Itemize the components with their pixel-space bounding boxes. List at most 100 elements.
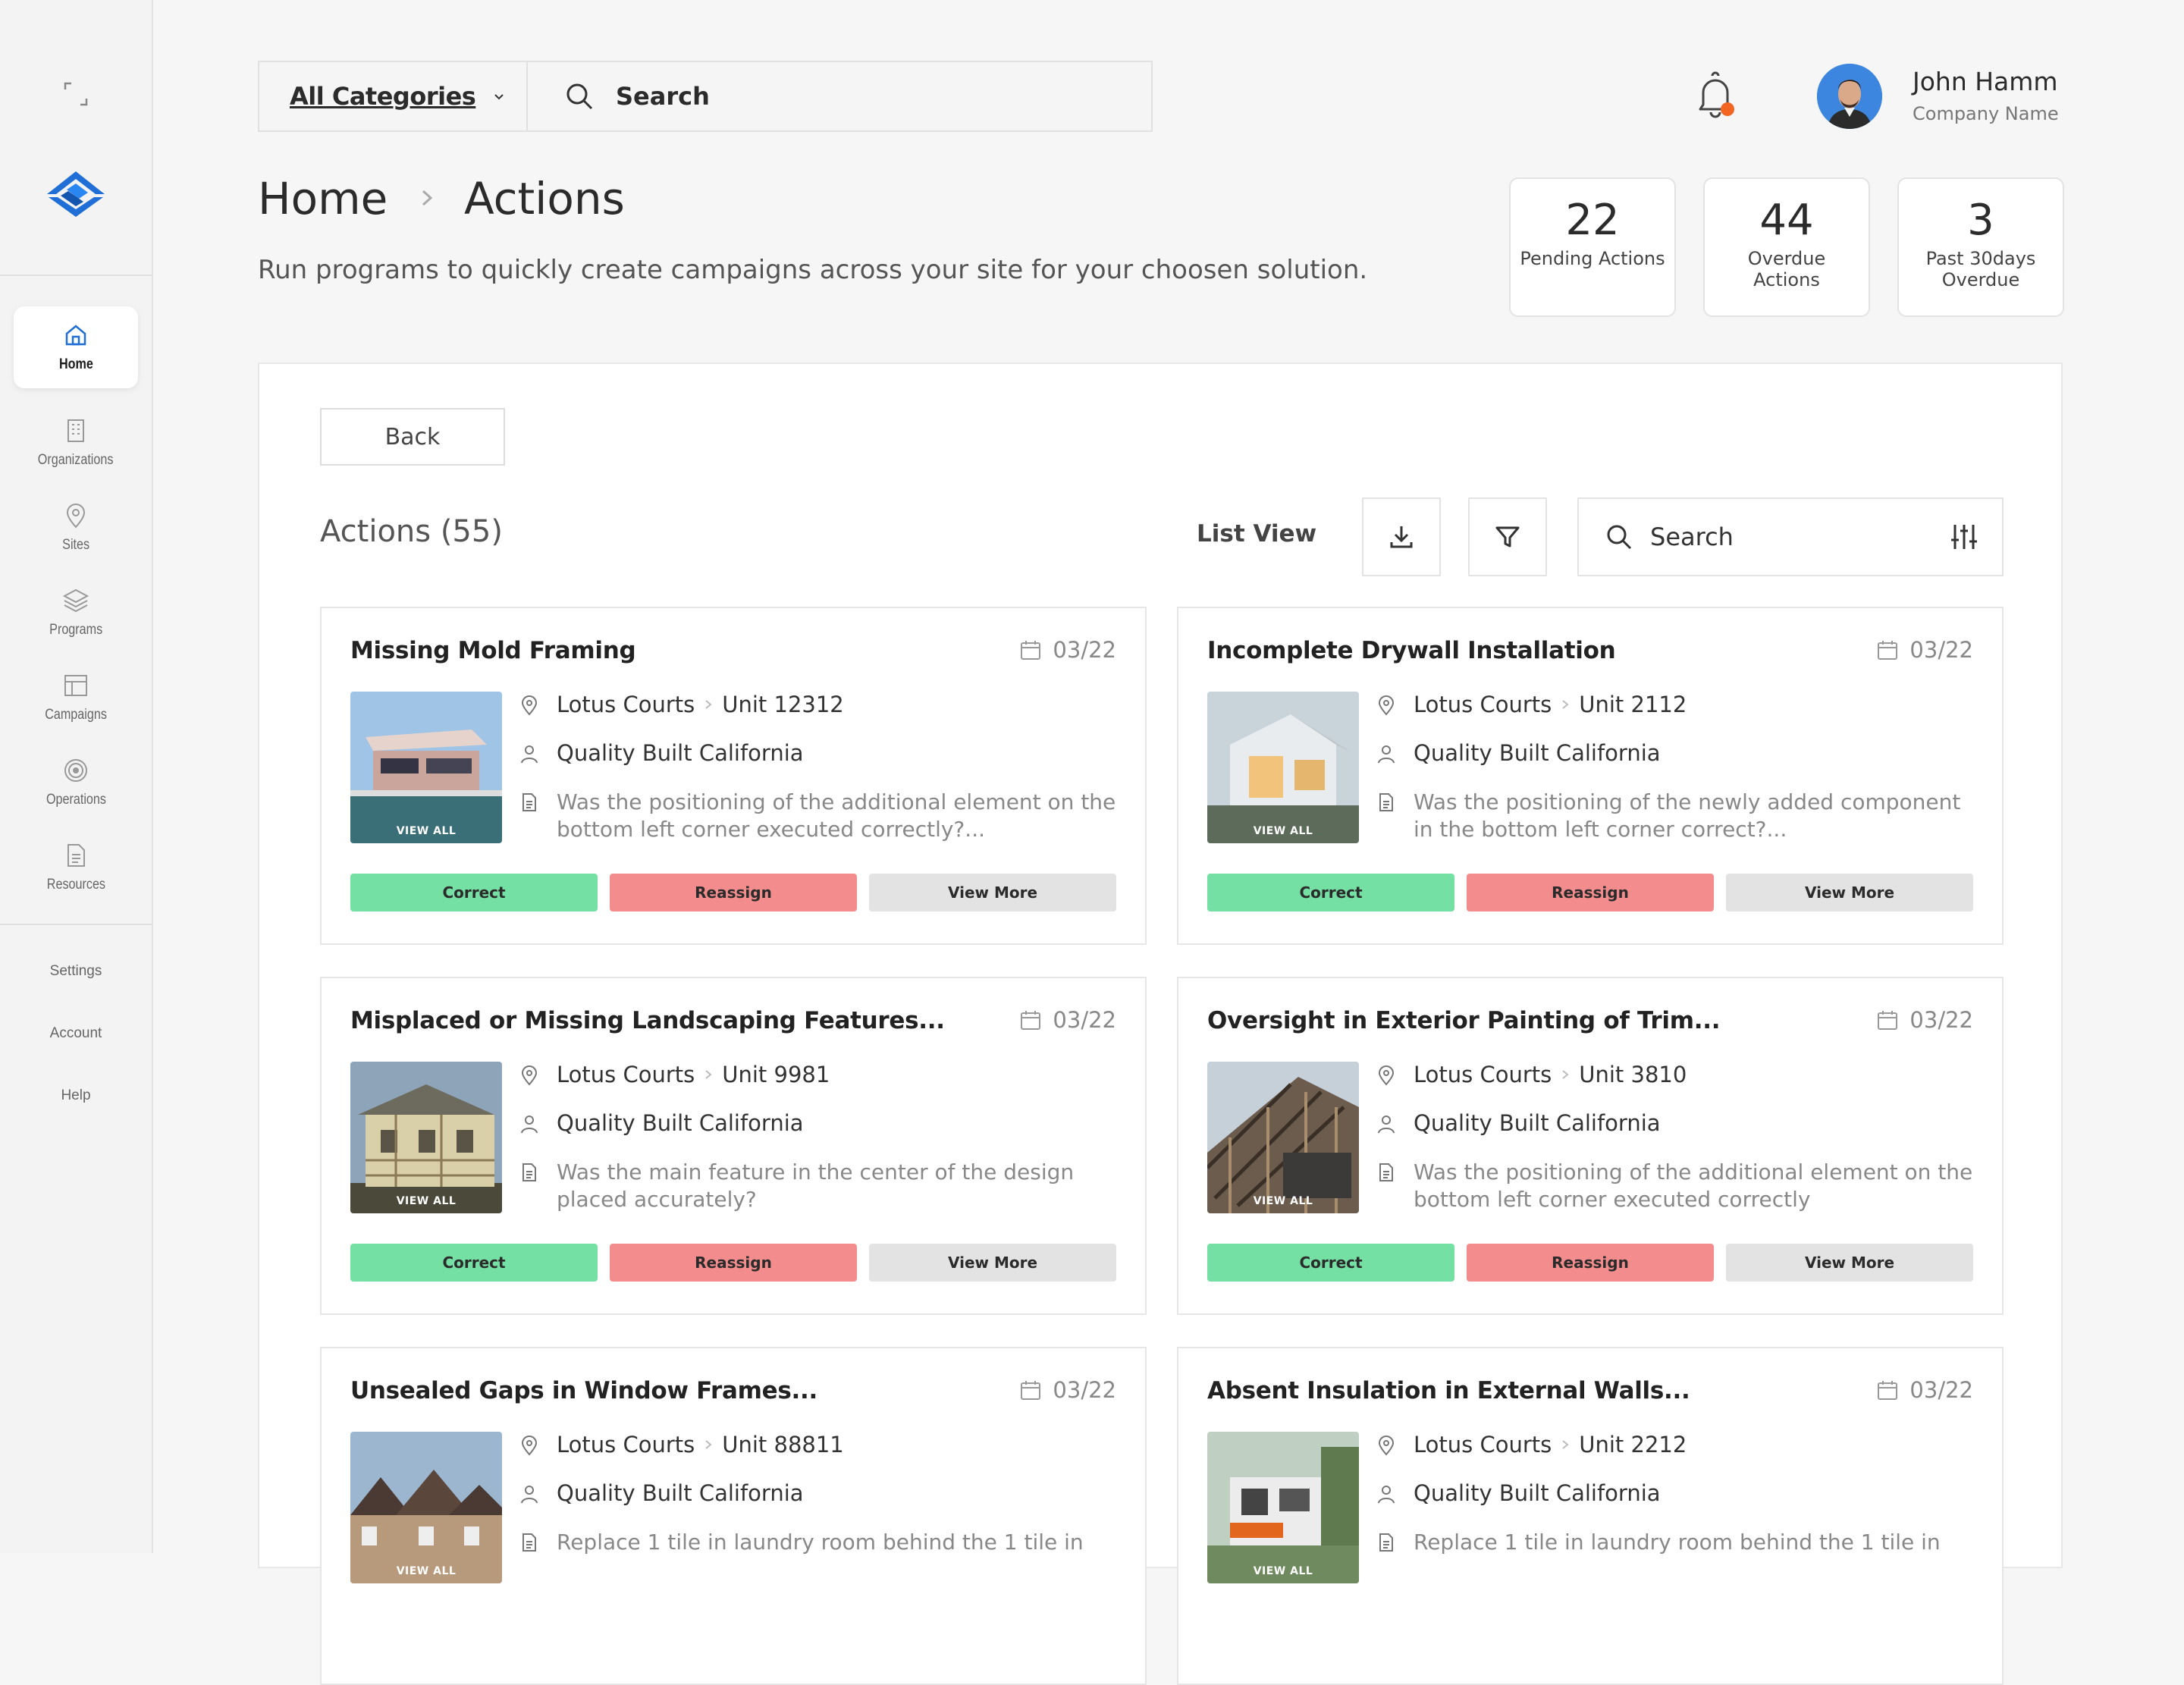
search-placeholder: Search <box>616 82 710 111</box>
card-date: 03/22 <box>1876 637 1973 663</box>
card-company: Quality Built California <box>519 1110 804 1136</box>
action-card[interactable]: Oversight in Exterior Painting of Trim..… <box>1177 977 2004 1315</box>
sidebar-item-help[interactable]: Help <box>0 1087 152 1104</box>
property-image[interactable]: VIEW ALL <box>350 692 502 843</box>
company-name: Quality Built California <box>1414 1480 1661 1506</box>
document-icon <box>522 793 536 811</box>
date-text: 03/22 <box>1053 1007 1116 1033</box>
calendar-icon <box>1021 1381 1041 1400</box>
action-card[interactable]: Unsealed Gaps in Window Frames... 03/22 … <box>320 1347 1147 1685</box>
property-image[interactable]: VIEW ALL <box>350 1062 502 1213</box>
chevron-right-icon <box>705 1070 712 1079</box>
description-text: Was the positioning of the additional el… <box>557 789 1116 842</box>
card-company: Quality Built California <box>1376 1110 1661 1136</box>
location-pin-icon <box>1378 1436 1395 1456</box>
bell-icon[interactable] <box>1694 71 1737 120</box>
correct-button[interactable]: Correct <box>350 874 598 912</box>
card-company: Quality Built California <box>1376 1480 1661 1506</box>
sidebar-item-label: Home <box>58 356 93 372</box>
filter-button[interactable] <box>1468 497 1547 576</box>
category-label: All Categories <box>290 82 476 111</box>
view-more-button[interactable]: View More <box>1726 874 1973 912</box>
correct-button[interactable]: Correct <box>350 1244 598 1282</box>
sliders-icon[interactable] <box>1949 522 1979 552</box>
avatar[interactable] <box>1817 64 1882 129</box>
sidebar-item-programs[interactable]: Programs <box>14 572 138 654</box>
sidebar-item-sites[interactable]: Sites <box>14 487 138 569</box>
calendar-icon <box>1878 641 1898 660</box>
sidebar: Home Organizations Sites Programs Campai… <box>0 0 153 1553</box>
chevron-down-icon <box>494 94 504 100</box>
card-location: Lotus Courts Unit 12312 <box>519 692 844 717</box>
correct-button[interactable]: Correct <box>1207 874 1454 912</box>
expand-icon[interactable] <box>61 79 91 109</box>
description-text: Was the positioning of the newly added c… <box>1414 789 1961 842</box>
sidebar-item-organizations[interactable]: Organizations <box>14 402 138 484</box>
view-all-label[interactable]: VIEW ALL <box>350 825 502 837</box>
view-all-label[interactable]: VIEW ALL <box>350 1565 502 1577</box>
list-title: Actions (55) <box>320 514 503 549</box>
card-description: Was the positioning of the additional el… <box>519 789 1125 843</box>
reassign-button[interactable]: Reassign <box>1467 1244 1714 1282</box>
building-icon <box>67 419 84 442</box>
description-text: Was the positioning of the additional el… <box>1414 1159 1973 1212</box>
view-more-button[interactable]: View More <box>869 1244 1116 1282</box>
target-icon <box>64 759 87 782</box>
home-icon <box>65 325 86 346</box>
action-card[interactable]: Incomplete Drywall Installation 03/22 VI… <box>1177 607 2004 945</box>
card-description: Was the positioning of the additional el… <box>1376 1159 1982 1213</box>
card-date: 03/22 <box>1019 1007 1116 1033</box>
user-icon <box>521 1115 538 1134</box>
chevron-right-icon <box>705 1440 712 1449</box>
search-input[interactable]: Search <box>526 61 1153 132</box>
sidebar-item-home[interactable]: Home <box>14 306 138 388</box>
download-button[interactable] <box>1362 497 1441 576</box>
action-card[interactable]: Missing Mold Framing 03/22 VIEW ALL Lotu… <box>320 607 1147 945</box>
sidebar-item-account[interactable]: Account <box>0 1025 152 1042</box>
sidebar-item-campaigns[interactable]: Campaigns <box>14 657 138 739</box>
view-all-label[interactable]: VIEW ALL <box>1207 1195 1359 1207</box>
list-view-toggle[interactable]: List View <box>1197 520 1316 548</box>
card-description: Was the positioning of the newly added c… <box>1376 789 1982 843</box>
calendar-icon <box>1021 641 1041 660</box>
sidebar-item-label: Organizations <box>38 452 114 468</box>
card-title: Absent Insulation in External Walls... <box>1207 1377 1690 1404</box>
stat-overdue-actions: 44 Overdue Actions <box>1703 177 1870 317</box>
stat-value: 22 <box>1565 196 1620 245</box>
site-name: Lotus Courts <box>1414 1062 1552 1087</box>
action-card[interactable]: Misplaced or Missing Landscaping Feature… <box>320 977 1147 1315</box>
property-image[interactable]: VIEW ALL <box>1207 1062 1359 1213</box>
sidebar-item-label: Programs <box>49 622 102 638</box>
property-image[interactable]: VIEW ALL <box>1207 1432 1359 1583</box>
property-image[interactable]: VIEW ALL <box>350 1432 502 1583</box>
stat-pending-actions: 22 Pending Actions <box>1509 177 1676 317</box>
list-search-input[interactable]: Search <box>1577 497 2004 576</box>
view-more-button[interactable]: View More <box>1726 1244 1973 1282</box>
sidebar-item-settings[interactable]: Settings <box>0 963 152 980</box>
reassign-button[interactable]: Reassign <box>610 1244 857 1282</box>
view-all-label[interactable]: VIEW ALL <box>350 1195 502 1207</box>
category-select[interactable]: All Categories <box>258 61 526 132</box>
view-all-label[interactable]: VIEW ALL <box>1207 825 1359 837</box>
card-location: Lotus Courts Unit 3810 <box>1376 1062 1687 1087</box>
back-button[interactable]: Back <box>320 408 505 466</box>
document-icon <box>67 844 85 867</box>
sidebar-item-operations[interactable]: Operations <box>14 742 138 824</box>
view-all-label[interactable]: VIEW ALL <box>1207 1565 1359 1577</box>
property-image[interactable]: VIEW ALL <box>1207 692 1359 843</box>
correct-button[interactable]: Correct <box>1207 1244 1454 1282</box>
unit-name: Unit 3810 <box>1579 1062 1687 1087</box>
reassign-button[interactable]: Reassign <box>1467 874 1714 912</box>
sidebar-item-resources[interactable]: Resources <box>14 827 138 908</box>
stat-label: Overdue Actions <box>1747 248 1826 290</box>
site-name: Lotus Courts <box>1414 692 1552 717</box>
breadcrumb-home[interactable]: Home <box>258 173 388 224</box>
reassign-button[interactable]: Reassign <box>610 874 857 912</box>
chevron-right-icon <box>705 700 712 709</box>
card-company: Quality Built California <box>1376 740 1661 766</box>
view-more-button[interactable]: View More <box>869 874 1116 912</box>
action-card[interactable]: Absent Insulation in External Walls... 0… <box>1177 1347 2004 1685</box>
date-text: 03/22 <box>1909 1377 1973 1403</box>
sidebar-divider <box>0 275 152 276</box>
card-description: Replace 1 tile in laundry room behind th… <box>1376 1529 1982 1556</box>
